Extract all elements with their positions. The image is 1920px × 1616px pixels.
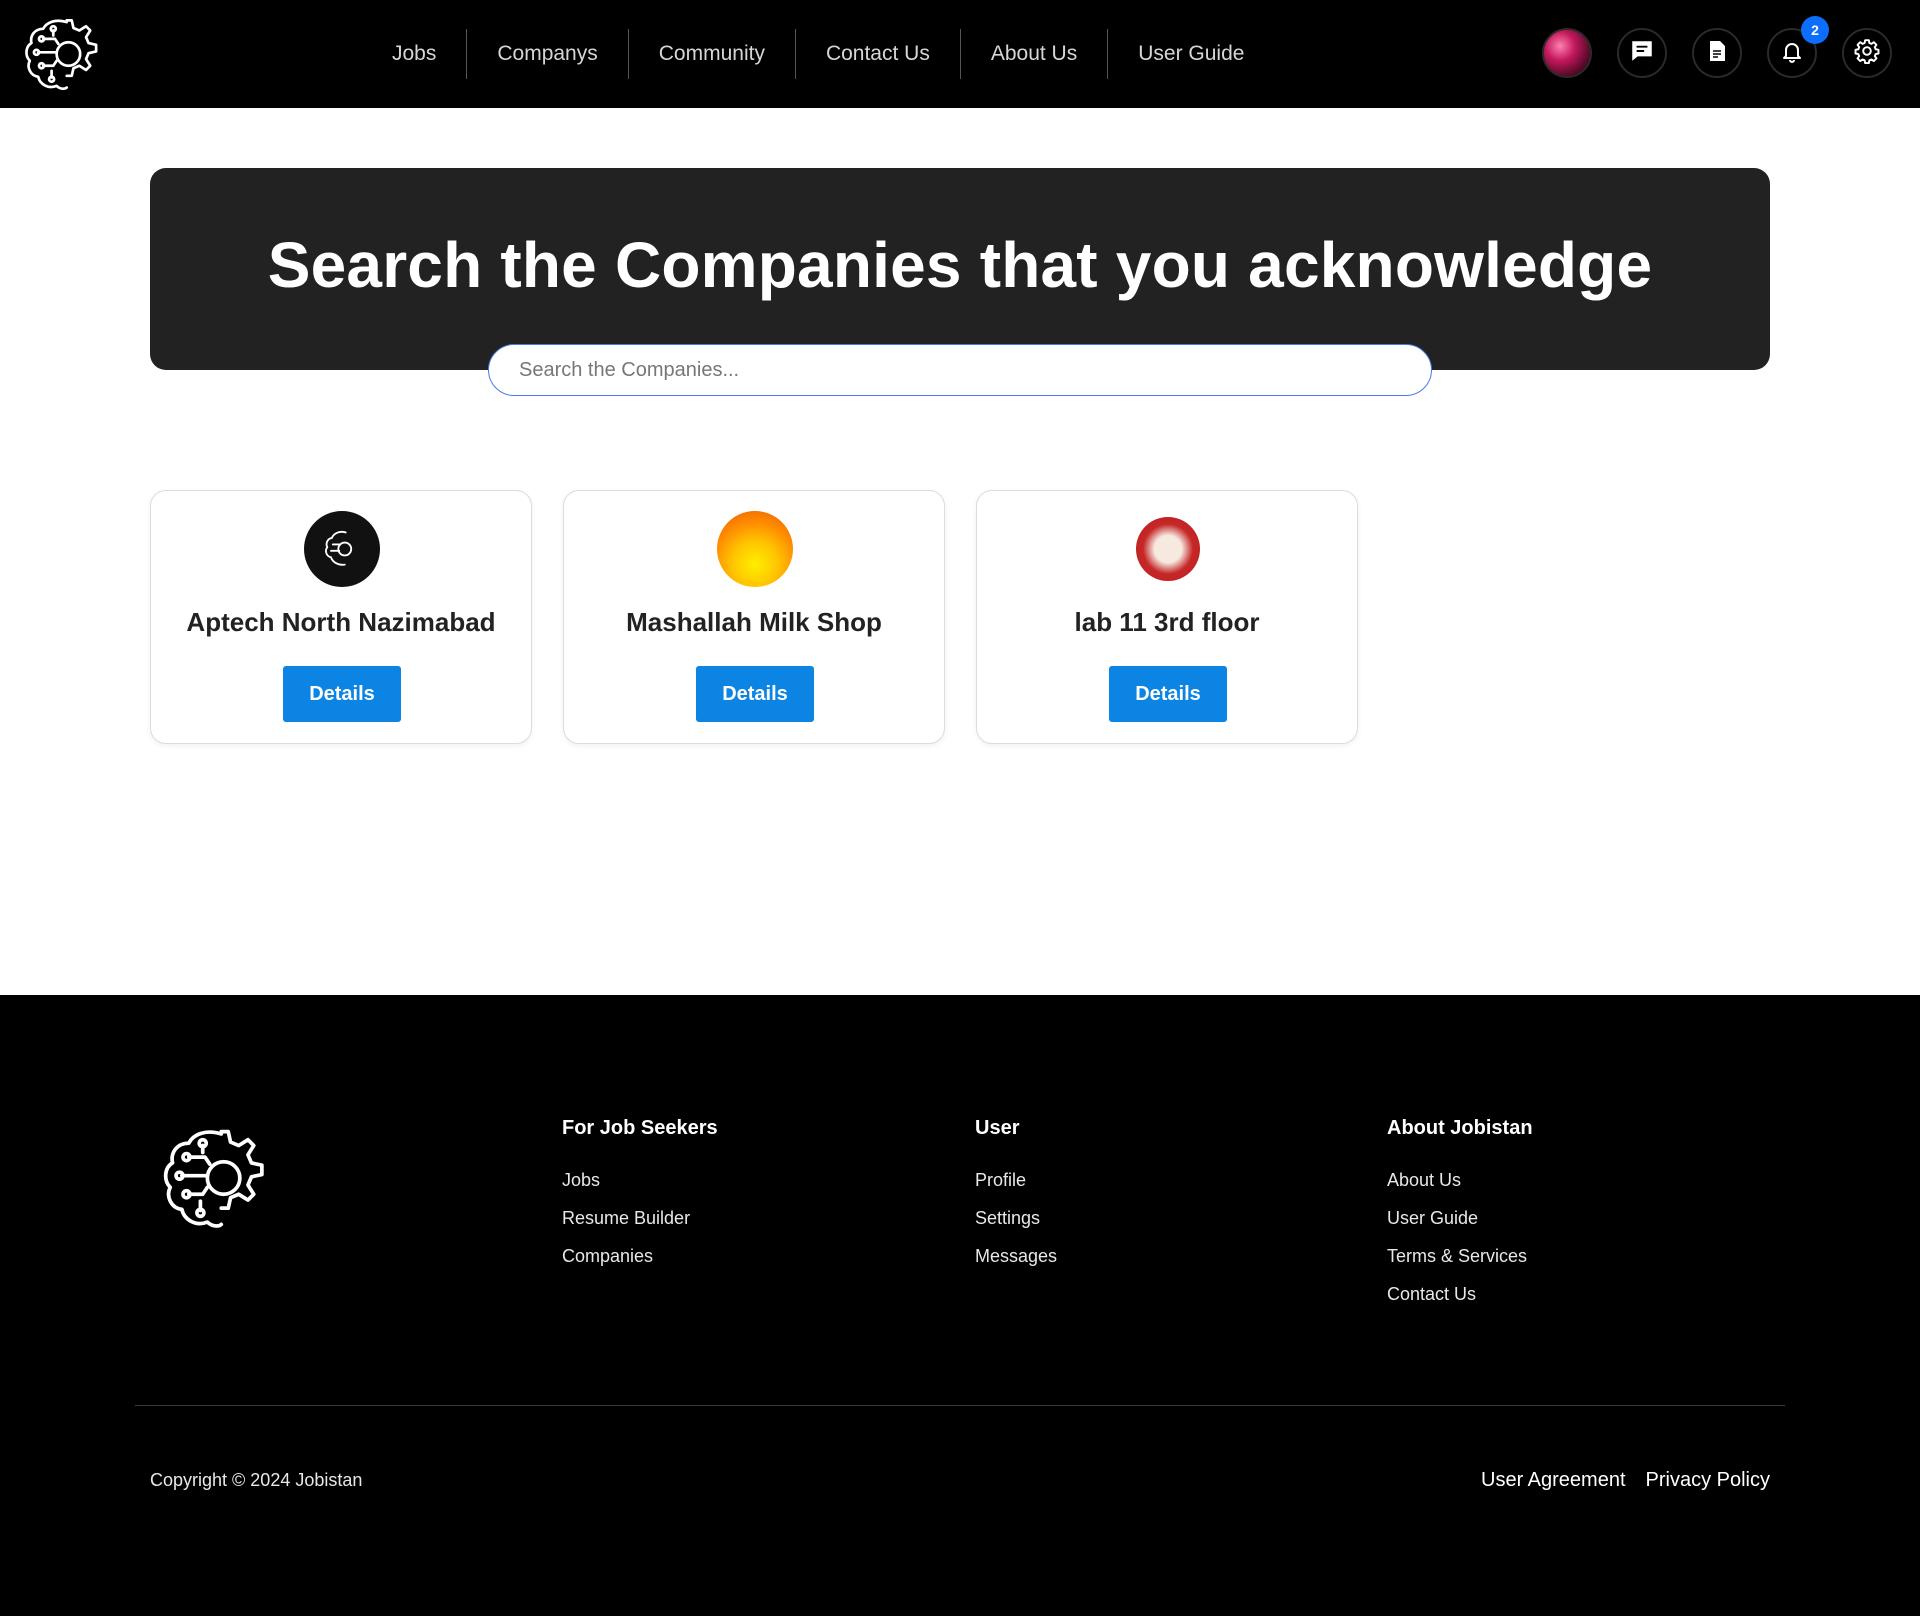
messages-button[interactable]: [1617, 28, 1667, 78]
footer-column-job-seekers: For Job Seekers Jobs Resume Builder Comp…: [562, 1117, 718, 1284]
brain-gear-logo-icon[interactable]: [18, 12, 102, 96]
company-logo: [304, 511, 380, 587]
privacy-policy-link[interactable]: Privacy Policy: [1646, 1469, 1770, 1492]
document-icon: [1705, 38, 1729, 69]
company-name: Aptech North Nazimabad: [186, 607, 496, 637]
nav-link-community[interactable]: Community: [627, 29, 795, 79]
footer-link-messages[interactable]: Messages: [975, 1246, 1057, 1267]
company-name: Mashallah Milk Shop: [626, 607, 882, 637]
footer-link-profile[interactable]: Profile: [975, 1170, 1057, 1191]
nav-link-about-us[interactable]: About Us: [959, 29, 1107, 79]
company-search-box: [488, 344, 1432, 396]
footer-link-contact-us[interactable]: Contact Us: [1387, 1284, 1533, 1305]
footer-link-settings[interactable]: Settings: [975, 1208, 1057, 1229]
notifications-button[interactable]: 2: [1767, 16, 1829, 78]
footer-link-jobs[interactable]: Jobs: [562, 1170, 718, 1191]
company-logo: [1136, 517, 1200, 581]
page-title: Search the Companies that you acknowledg…: [267, 229, 1653, 301]
company-name: lab 11 3rd floor: [1074, 607, 1260, 637]
company-details-button[interactable]: Details: [283, 666, 401, 722]
legal-links: User Agreement Privacy Policy: [1481, 1469, 1770, 1492]
footer-link-about-us[interactable]: About Us: [1387, 1170, 1533, 1191]
brain-gear-logo-icon[interactable]: [154, 1120, 270, 1236]
nav-icon-group: 2: [1542, 16, 1892, 78]
hero-banner: Search the Companies that you acknowledg…: [150, 168, 1770, 370]
footer-divider: [135, 1405, 1785, 1406]
footer-link-companies[interactable]: Companies: [562, 1246, 718, 1267]
nav-link-contact-us[interactable]: Contact Us: [794, 29, 960, 79]
footer-column-title: User: [975, 1117, 1020, 1139]
gear-icon: [1854, 38, 1880, 69]
nav-link-jobs[interactable]: Jobs: [362, 29, 466, 79]
site-footer: For Job Seekers Jobs Resume Builder Comp…: [0, 995, 1920, 1616]
main-nav: Jobs Companys Community Contact Us About…: [362, 29, 1274, 79]
footer-column-title: For Job Seekers: [562, 1117, 718, 1139]
company-card: lab 11 3rd floor Details: [976, 490, 1358, 744]
settings-button[interactable]: [1842, 28, 1892, 78]
copyright-text: Copyright © 2024 Jobistan: [150, 1470, 363, 1490]
company-details-button[interactable]: Details: [1109, 666, 1227, 722]
company-card: Mashallah Milk Shop Details: [563, 490, 945, 744]
footer-link-terms-services[interactable]: Terms & Services: [1387, 1246, 1533, 1267]
nav-link-companys[interactable]: Companys: [466, 29, 627, 79]
footer-link-resume-builder[interactable]: Resume Builder: [562, 1208, 718, 1229]
bell-icon: [1780, 38, 1804, 69]
nav-link-user-guide[interactable]: User Guide: [1107, 29, 1274, 79]
top-navbar: Jobs Companys Community Contact Us About…: [0, 0, 1920, 108]
resume-button[interactable]: [1692, 28, 1742, 78]
company-card: Aptech North Nazimabad Details: [150, 490, 532, 744]
company-card-list: Aptech North Nazimabad Details Mashallah…: [150, 490, 1358, 744]
company-logo: [717, 511, 793, 587]
user-agreement-link[interactable]: User Agreement: [1481, 1469, 1626, 1492]
footer-column-title: About Jobistan: [1387, 1117, 1533, 1139]
chat-icon: [1629, 38, 1655, 69]
user-avatar[interactable]: [1542, 28, 1592, 78]
footer-column-user: User Profile Settings Messages: [975, 1117, 1057, 1284]
footer-link-user-guide[interactable]: User Guide: [1387, 1208, 1533, 1229]
footer-column-about: About Jobistan About Us User Guide Terms…: [1387, 1117, 1533, 1322]
company-search-input[interactable]: [489, 345, 1431, 395]
notification-count-badge: 2: [1801, 16, 1829, 44]
company-details-button[interactable]: Details: [696, 666, 814, 722]
